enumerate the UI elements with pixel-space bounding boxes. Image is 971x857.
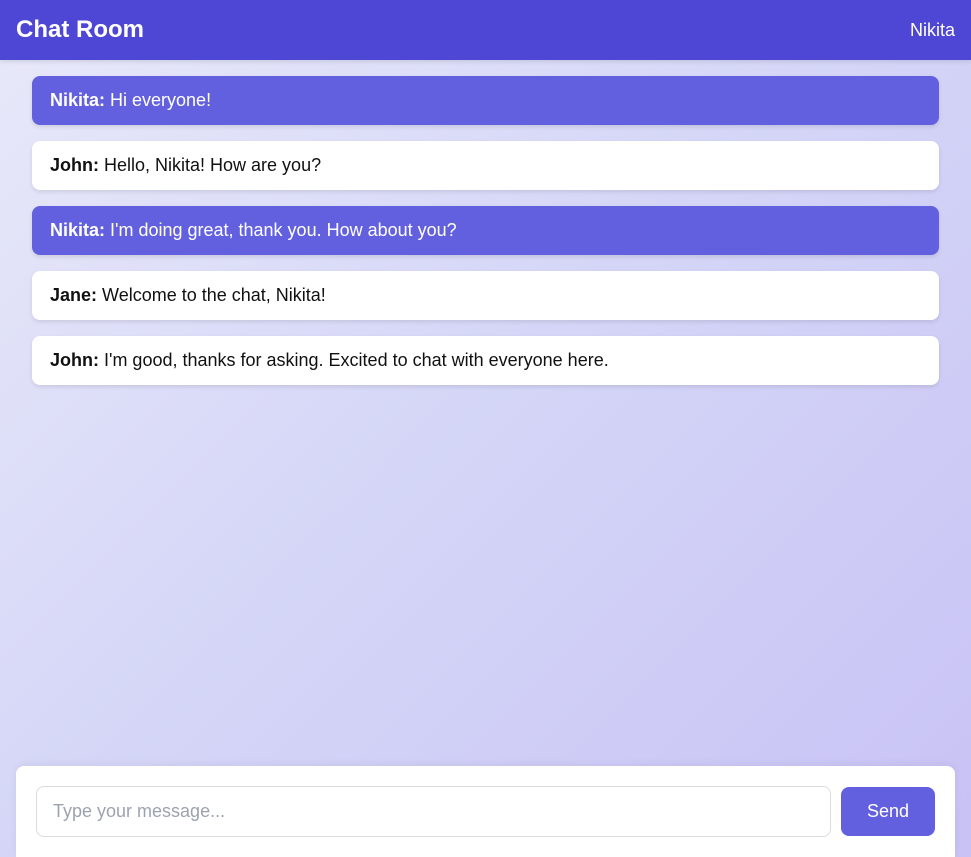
- message-input[interactable]: [36, 786, 831, 837]
- chat-message: Jane: Welcome to the chat, Nikita!: [32, 271, 939, 320]
- chat-title: Chat Room: [16, 16, 144, 44]
- message-text: Hello, Nikita! How are you?: [99, 155, 321, 175]
- messages-container[interactable]: Nikita: Hi everyone! John: Hello, Nikita!…: [0, 60, 971, 766]
- message-sender: Nikita:: [50, 220, 105, 240]
- message-text: Welcome to the chat, Nikita!: [97, 285, 326, 305]
- message-sender: Jane:: [50, 285, 97, 305]
- chat-message: John: I'm good, thanks for asking. Excit…: [32, 336, 939, 385]
- message-text: Hi everyone!: [105, 90, 211, 110]
- chat-header: Chat Room Nikita: [0, 0, 971, 60]
- chat-message: Nikita: Hi everyone!: [32, 76, 939, 125]
- message-text: I'm doing great, thank you. How about yo…: [105, 220, 457, 240]
- message-sender: John:: [50, 350, 99, 370]
- input-container: Send: [16, 766, 955, 857]
- message-sender: Nikita:: [50, 90, 105, 110]
- chat-message: John: Hello, Nikita! How are you?: [32, 141, 939, 190]
- current-user-label: Nikita: [910, 20, 955, 41]
- chat-message: Nikita: I'm doing great, thank you. How …: [32, 206, 939, 255]
- message-text: I'm good, thanks for asking. Excited to …: [99, 350, 609, 370]
- message-sender: John:: [50, 155, 99, 175]
- send-button[interactable]: Send: [841, 787, 935, 836]
